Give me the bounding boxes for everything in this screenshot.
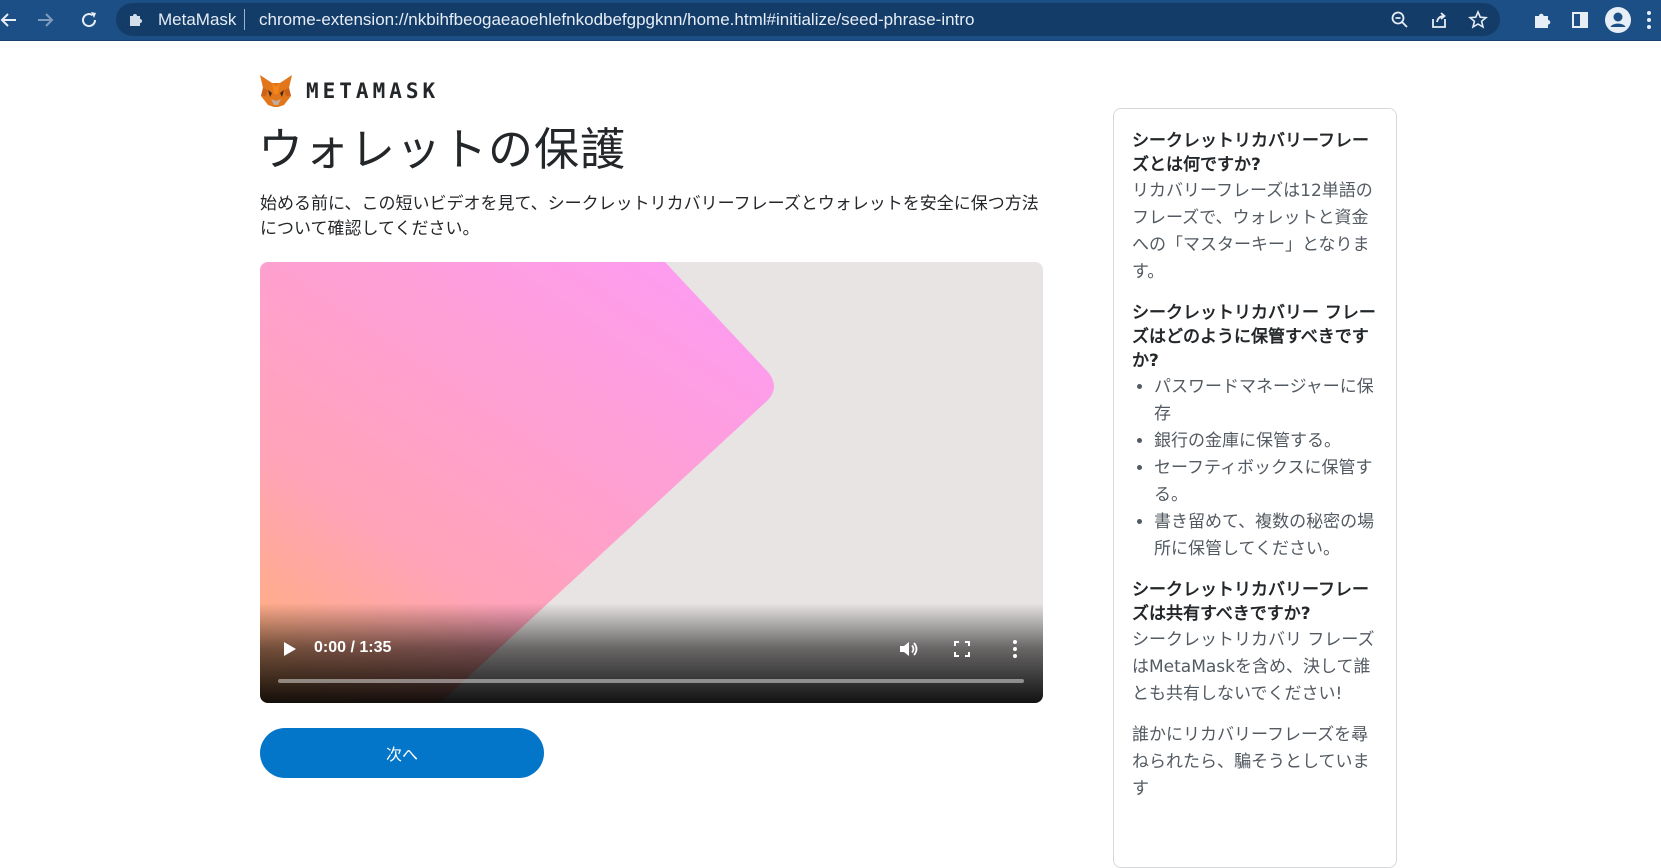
back-arrow-icon bbox=[0, 13, 16, 27]
brand-wordmark: METAMASK bbox=[306, 78, 440, 103]
omnibox-separator bbox=[244, 9, 245, 30]
video-controls: 0:00 / 1:35 bbox=[260, 603, 1043, 703]
page-content: METAMASK ウォレットの保護 始める前に、この短いビデオを見て、シークレッ… bbox=[0, 41, 1661, 868]
fox-icon bbox=[260, 74, 292, 107]
volume-icon bbox=[900, 642, 918, 656]
reload-icon bbox=[82, 12, 97, 28]
next-button[interactable]: 次へ bbox=[260, 728, 544, 778]
play-icon bbox=[284, 642, 296, 656]
faq-how-to-store: シークレットリカバリー フレーズはどのように保管すべきですか? パスワードマネー… bbox=[1132, 301, 1378, 563]
faq-question-2: シークレットリカバリー フレーズはどのように保管すべきですか? bbox=[1132, 303, 1376, 371]
list-item: 書き留めて、複数の秘密の場所に保管してください。 bbox=[1154, 509, 1378, 563]
url-text[interactable]: chrome-extension://nkbihfbeogaeaoehlefnk… bbox=[259, 10, 974, 30]
profile-icon[interactable] bbox=[1599, 0, 1637, 40]
metamask-logo: METAMASK bbox=[258, 72, 439, 109]
extension-puzzle-icon bbox=[126, 10, 146, 30]
share-icon[interactable] bbox=[1426, 7, 1451, 32]
star-icon[interactable] bbox=[1465, 7, 1490, 32]
faq-what-is: シークレットリカバリーフレーズとは何ですか? リカバリーフレーズは12単語のフレ… bbox=[1132, 129, 1378, 286]
video-time: 0:00 / 1:35 bbox=[314, 639, 392, 656]
faq-question-1: シークレットリカバリーフレーズとは何ですか? bbox=[1132, 131, 1369, 175]
video-more-button[interactable] bbox=[1003, 637, 1027, 661]
page-title: ウォレットの保護 bbox=[258, 123, 627, 176]
list-item: セーフティボックスに保管する。 bbox=[1154, 455, 1378, 509]
faq-should-share: シークレットリカバリーフレーズは共有すべきですか? シークレットリカバリ フレー… bbox=[1132, 578, 1378, 803]
side-panel-icon[interactable] bbox=[1561, 0, 1599, 40]
fullscreen-button[interactable] bbox=[950, 637, 974, 661]
address-bar[interactable]: MetaMask chrome-extension://nkbihfbeogae… bbox=[116, 3, 1500, 36]
fullscreen-icon bbox=[954, 641, 970, 657]
list-item: 銀行の金庫に保管する。 bbox=[1154, 428, 1378, 455]
intro-text: 始める前に、この短いビデオを見て、シークレットリカバリーフレーズとウォレットを安… bbox=[260, 194, 1039, 239]
site-name: MetaMask bbox=[158, 10, 237, 29]
browser-toolbar: MetaMask chrome-extension://nkbihfbeogae… bbox=[0, 0, 1661, 41]
volume-button[interactable] bbox=[897, 637, 921, 661]
storage-tips-list: パスワードマネージャーに保存 銀行の金庫に保管する。 セーフティボックスに保管す… bbox=[1132, 374, 1378, 563]
list-item: パスワードマネージャーに保存 bbox=[1154, 374, 1378, 428]
video-progress-bar[interactable] bbox=[278, 679, 1024, 683]
kebab-menu-icon[interactable] bbox=[1637, 0, 1661, 40]
reload-button[interactable] bbox=[74, 5, 104, 35]
forward-button[interactable] bbox=[30, 5, 60, 35]
faq-answer-1: リカバリーフレーズは12単語のフレーズで、ウォレットと資金への「マスターキー」と… bbox=[1132, 181, 1373, 282]
back-button[interactable] bbox=[0, 5, 24, 35]
play-button[interactable] bbox=[278, 638, 300, 660]
faq-answer-3: シークレットリカバリ フレーズはMetaMaskを含め、決して誰とも共有しないで… bbox=[1132, 630, 1375, 704]
intro-video[interactable]: 0:00 / 1:35 bbox=[260, 262, 1043, 703]
faq-answer-3-warning: 誰かにリカバリーフレーズを尋ねられたら、騙そうとしています bbox=[1132, 725, 1370, 799]
forward-arrow-icon bbox=[38, 13, 54, 27]
zoom-icon[interactable] bbox=[1387, 7, 1412, 32]
kebab-menu-icon bbox=[1013, 640, 1017, 658]
puzzle-icon[interactable] bbox=[1523, 0, 1561, 40]
recovery-phrase-info-panel: シークレットリカバリーフレーズとは何ですか? リカバリーフレーズは12単語のフレ… bbox=[1113, 108, 1397, 868]
faq-question-3: シークレットリカバリーフレーズは共有すべきですか? bbox=[1132, 580, 1369, 624]
